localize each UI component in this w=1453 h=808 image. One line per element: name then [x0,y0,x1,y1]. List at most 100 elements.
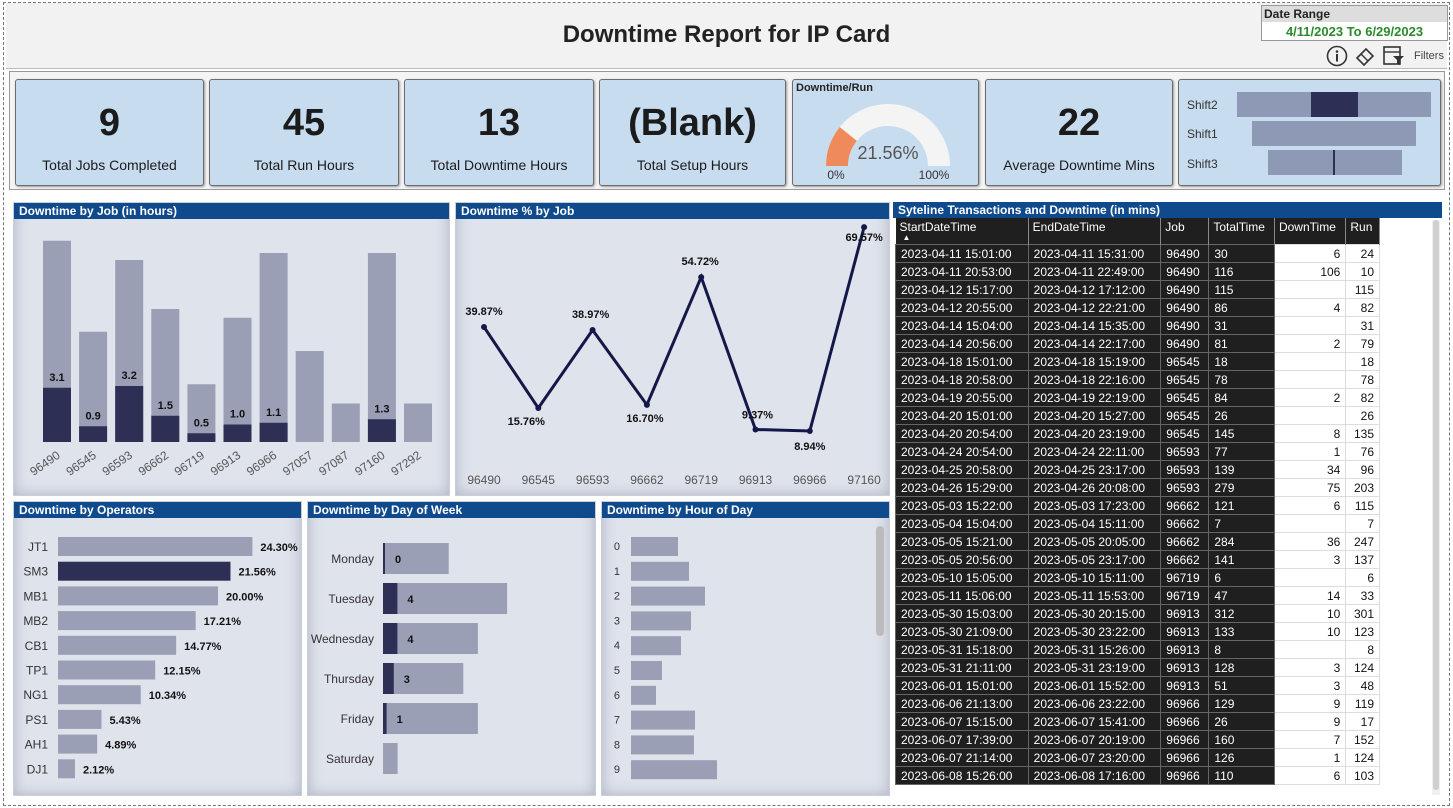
day-bar[interactable] [383,743,398,774]
table-row[interactable]: 2023-05-03 15:22:00 2023-05-03 17:23:00 96… [895,496,1380,515]
table-row[interactable]: 2023-06-07 17:39:00 2023-06-07 20:19:00 96… [895,730,1380,749]
table-row[interactable]: 2023-04-12 20:55:00 2023-04-12 22:21:00 96… [895,298,1380,317]
table-row[interactable]: 2023-04-24 20:54:00 2023-04-24 22:11:00 96… [895,442,1380,461]
hour-bar[interactable] [631,611,691,631]
day-downtime-bar[interactable] [383,703,387,734]
job-bar[interactable] [331,403,360,443]
job-bar[interactable] [404,403,432,443]
day-downtime-bar[interactable] [383,583,398,614]
table-row[interactable]: 2023-05-30 21:09:00 2023-05-30 23:22:00 96… [895,622,1380,641]
operator-bar[interactable] [58,635,177,655]
column-header[interactable]: Job [1160,218,1210,245]
day-downtime-bar[interactable] [383,543,385,574]
job-downtime-bar[interactable] [151,415,180,442]
hour-bar[interactable] [631,636,681,656]
shift1-bar[interactable] [1252,121,1416,146]
operator-bar[interactable] [58,685,141,705]
job-downtime-bar[interactable] [79,426,108,442]
operator-bar[interactable] [58,660,156,680]
table-header-row: StartDateTime ▲ EndDateTime Job TotalTime Dow… [895,218,1380,245]
pct-point[interactable] [589,327,596,334]
pct-point[interactable] [698,274,705,281]
hour-chart-scrollbar[interactable] [876,526,884,636]
column-header[interactable]: DownTime [1274,218,1347,245]
table-row[interactable]: 2023-04-20 20:54:00 2023-04-20 23:19:00 96… [895,424,1380,443]
job-downtime-bar[interactable] [367,419,396,442]
table-row[interactable]: 2023-05-30 15:03:00 2023-05-30 20:15:00 96… [895,604,1380,623]
table-row[interactable]: 2023-04-14 15:04:00 2023-04-14 15:35:00 96… [895,316,1380,335]
pct-point[interactable] [806,427,813,434]
table-row[interactable]: 2023-04-11 20:53:00 2023-04-11 22:49:00 96… [895,262,1380,281]
hour-bar[interactable] [631,661,662,680]
day-bar[interactable] [383,663,464,694]
hour-bar[interactable] [631,710,695,730]
table-row[interactable]: 2023-04-11 15:01:00 2023-04-11 15:31:00 96… [895,244,1380,263]
table-row[interactable]: 2023-05-31 15:18:00 2023-05-31 15:26:00 96… [895,640,1380,659]
table-row[interactable]: 2023-04-19 20:55:00 2023-04-19 22:19:00 96… [895,388,1380,407]
table-row[interactable]: 2023-05-04 15:04:00 2023-05-04 15:11:00 96… [895,514,1380,533]
operator-bar[interactable] [58,561,231,581]
column-header[interactable]: TotalTime [1208,218,1275,245]
operator-bar[interactable] [58,709,102,729]
table-row[interactable]: 2023-06-07 21:14:00 2023-06-07 23:20:00 96… [895,748,1380,767]
table-row[interactable]: 2023-06-01 15:01:00 2023-06-01 15:52:00 96… [895,676,1380,695]
pct-point[interactable] [643,401,650,408]
operator-bar[interactable] [58,759,75,779]
hour-bar[interactable] [631,561,689,581]
hour-bar[interactable] [631,760,717,780]
job-downtime-bar[interactable] [223,424,252,443]
operator-bar[interactable] [58,734,98,754]
table-row[interactable]: 2023-04-25 20:58:00 2023-04-25 23:17:00 96… [895,460,1380,479]
day-bar[interactable] [383,583,508,614]
job-downtime-bar[interactable] [187,433,216,442]
table-scroll-thumb[interactable] [1433,220,1439,790]
table-row[interactable]: 2023-04-18 15:01:00 2023-04-18 15:19:00 96… [895,352,1380,371]
table-row[interactable]: 2023-04-12 15:17:00 2023-04-12 17:12:00 96… [895,280,1380,299]
hour-bar[interactable] [631,586,705,606]
hour-bar[interactable] [631,537,678,556]
table-row[interactable]: 2023-05-10 15:05:00 2023-05-10 15:11:00 96… [895,568,1380,587]
job-bar[interactable] [295,351,324,442]
operator-bar[interactable] [58,586,218,606]
table-row[interactable]: 2023-04-14 20:56:00 2023-04-14 22:17:00 96… [895,334,1380,353]
info-icon[interactable] [1326,45,1348,67]
table-scrollbar[interactable] [1432,220,1440,795]
column-header[interactable]: StartDateTime ▲ [895,218,1029,245]
shift2-highlight[interactable] [1311,92,1358,117]
hour-bar[interactable] [631,685,656,705]
table-row[interactable]: 2023-04-20 15:01:00 2023-04-20 15:27:00 96… [895,406,1380,425]
table-row[interactable]: 2023-05-05 20:56:00 2023-05-05 23:17:00 96… [895,550,1380,569]
eraser-icon[interactable] [1354,45,1376,67]
date-range-value[interactable]: 4/11/2023 To 6/29/2023 [1262,22,1447,42]
pct-point[interactable] [861,224,868,231]
column-header[interactable]: EndDateTime [1028,218,1162,245]
table-row[interactable]: 2023-06-07 15:15:00 2023-06-07 15:41:00 96… [895,712,1380,731]
day-of-week-chart: Monday 0 Tuesday 4 Wednesday 4 Thursday 3 Friday… [311,543,508,774]
job-downtime-bar[interactable] [115,386,144,442]
table-row[interactable]: 2023-06-06 21:13:00 2023-06-06 23:22:00 96… [895,694,1380,713]
column-header[interactable]: Run [1345,218,1380,245]
table-row[interactable]: 2023-05-05 15:21:00 2023-05-05 20:05:00 96… [895,532,1380,551]
job-bar[interactable] [223,317,252,442]
job-bar[interactable] [79,331,108,442]
filter-pane-icon[interactable] [1382,45,1406,67]
pct-line[interactable] [482,226,866,433]
operator-bar[interactable] [58,537,253,556]
day-downtime-bar[interactable] [383,663,394,694]
operator-bar[interactable] [58,611,196,631]
pct-point[interactable] [481,323,487,330]
job-downtime-bar[interactable] [259,422,288,442]
pct-point[interactable] [535,405,542,412]
table-row[interactable]: 2023-04-18 20:58:00 2023-04-18 22:16:00 96… [895,370,1380,389]
day-bar[interactable] [383,543,449,574]
hour-bar[interactable] [631,735,694,755]
day-downtime-bar[interactable] [383,623,398,654]
job-downtime-bar[interactable] [43,387,71,442]
pct-point[interactable] [752,426,759,433]
filters-label[interactable]: Filters [1414,50,1444,62]
table-row[interactable]: 2023-05-11 15:06:00 2023-05-11 15:53:00 96… [895,586,1380,605]
table-row[interactable]: 2023-05-31 21:11:00 2023-05-31 23:19:00 96… [895,658,1380,677]
table-row[interactable]: 2023-06-08 15:26:00 2023-06-08 17:16:00 96… [895,766,1380,785]
date-range-slicer[interactable]: Date Range 4/11/2023 To 6/29/2023 [1261,5,1448,41]
table-row[interactable]: 2023-04-26 15:29:00 2023-04-26 20:08:00 96… [895,478,1380,497]
